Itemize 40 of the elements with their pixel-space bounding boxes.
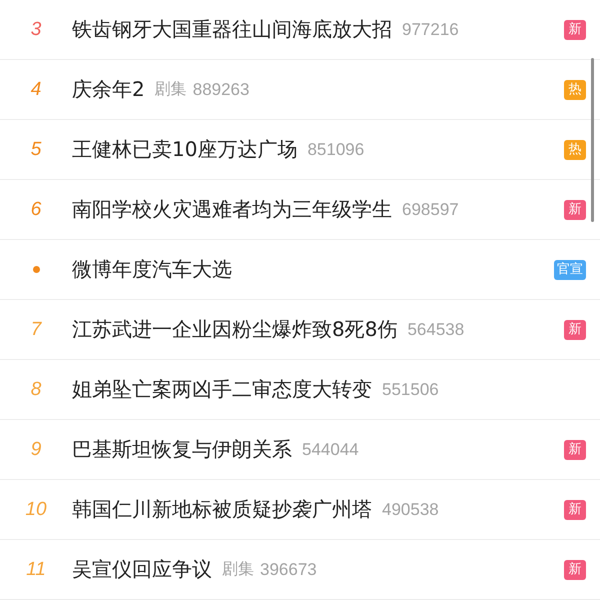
- rank-number: 5: [30, 138, 42, 160]
- heat-count: 977216: [402, 20, 459, 40]
- topic-title[interactable]: 铁齿钢牙大国重器往山间海底放大招: [72, 16, 392, 43]
- topic-badge: 官宣: [554, 260, 586, 280]
- rank-number: 4: [30, 78, 42, 100]
- topic-title[interactable]: 吴宣仪回应争议: [72, 556, 212, 583]
- heat-count: 551506: [382, 380, 439, 400]
- topic-badge: 新: [564, 320, 586, 340]
- heat-count: 544044: [302, 440, 359, 460]
- heat-count: 396673: [260, 560, 317, 580]
- topic-badge: 新: [564, 440, 586, 460]
- heat-count: 564538: [407, 320, 464, 340]
- topic-badge: 热: [564, 140, 586, 160]
- category-label: 剧集: [154, 79, 187, 100]
- topic-title[interactable]: 南阳学校火灾遇难者均为三年级学生: [72, 196, 392, 223]
- rank-number: 3: [30, 18, 42, 40]
- heat-count: 490538: [382, 500, 439, 520]
- heat-count: 889263: [192, 80, 250, 100]
- heat-count: 698597: [402, 200, 459, 220]
- topic-title[interactable]: 姐弟坠亡案两凶手二审态度大转变: [72, 376, 372, 403]
- category-label: 剧集: [222, 559, 254, 580]
- topic-title[interactable]: 庆余年2: [72, 76, 145, 103]
- topic-title[interactable]: 韩国仁川新地标被质疑抄袭广州塔: [72, 496, 372, 523]
- heat-count: 851096: [307, 140, 364, 160]
- topic-title[interactable]: 江苏武进一企业因粉尘爆炸致8死8伤: [72, 316, 398, 343]
- rank-number: 6: [30, 198, 42, 220]
- rank-number: 11: [26, 558, 46, 580]
- rank-number: 9: [30, 438, 42, 460]
- topic-badge: 新: [564, 560, 586, 580]
- topic-title[interactable]: 巴基斯坦恢复与伊朗关系: [72, 436, 292, 463]
- topic-title[interactable]: 微博年度汽车大选: [72, 256, 232, 283]
- topic-badge: 新: [564, 200, 586, 220]
- scrollbar[interactable]: [591, 58, 594, 222]
- topic-badge: 新: [564, 500, 586, 520]
- rank-number: 8: [30, 378, 42, 400]
- rank-number: 7: [30, 318, 42, 340]
- rank-number: 10: [25, 498, 47, 520]
- topic-badge: 热: [564, 80, 586, 100]
- topic-badge: 新: [564, 20, 586, 40]
- topic-title[interactable]: 王健林已卖10座万达广场: [72, 136, 298, 163]
